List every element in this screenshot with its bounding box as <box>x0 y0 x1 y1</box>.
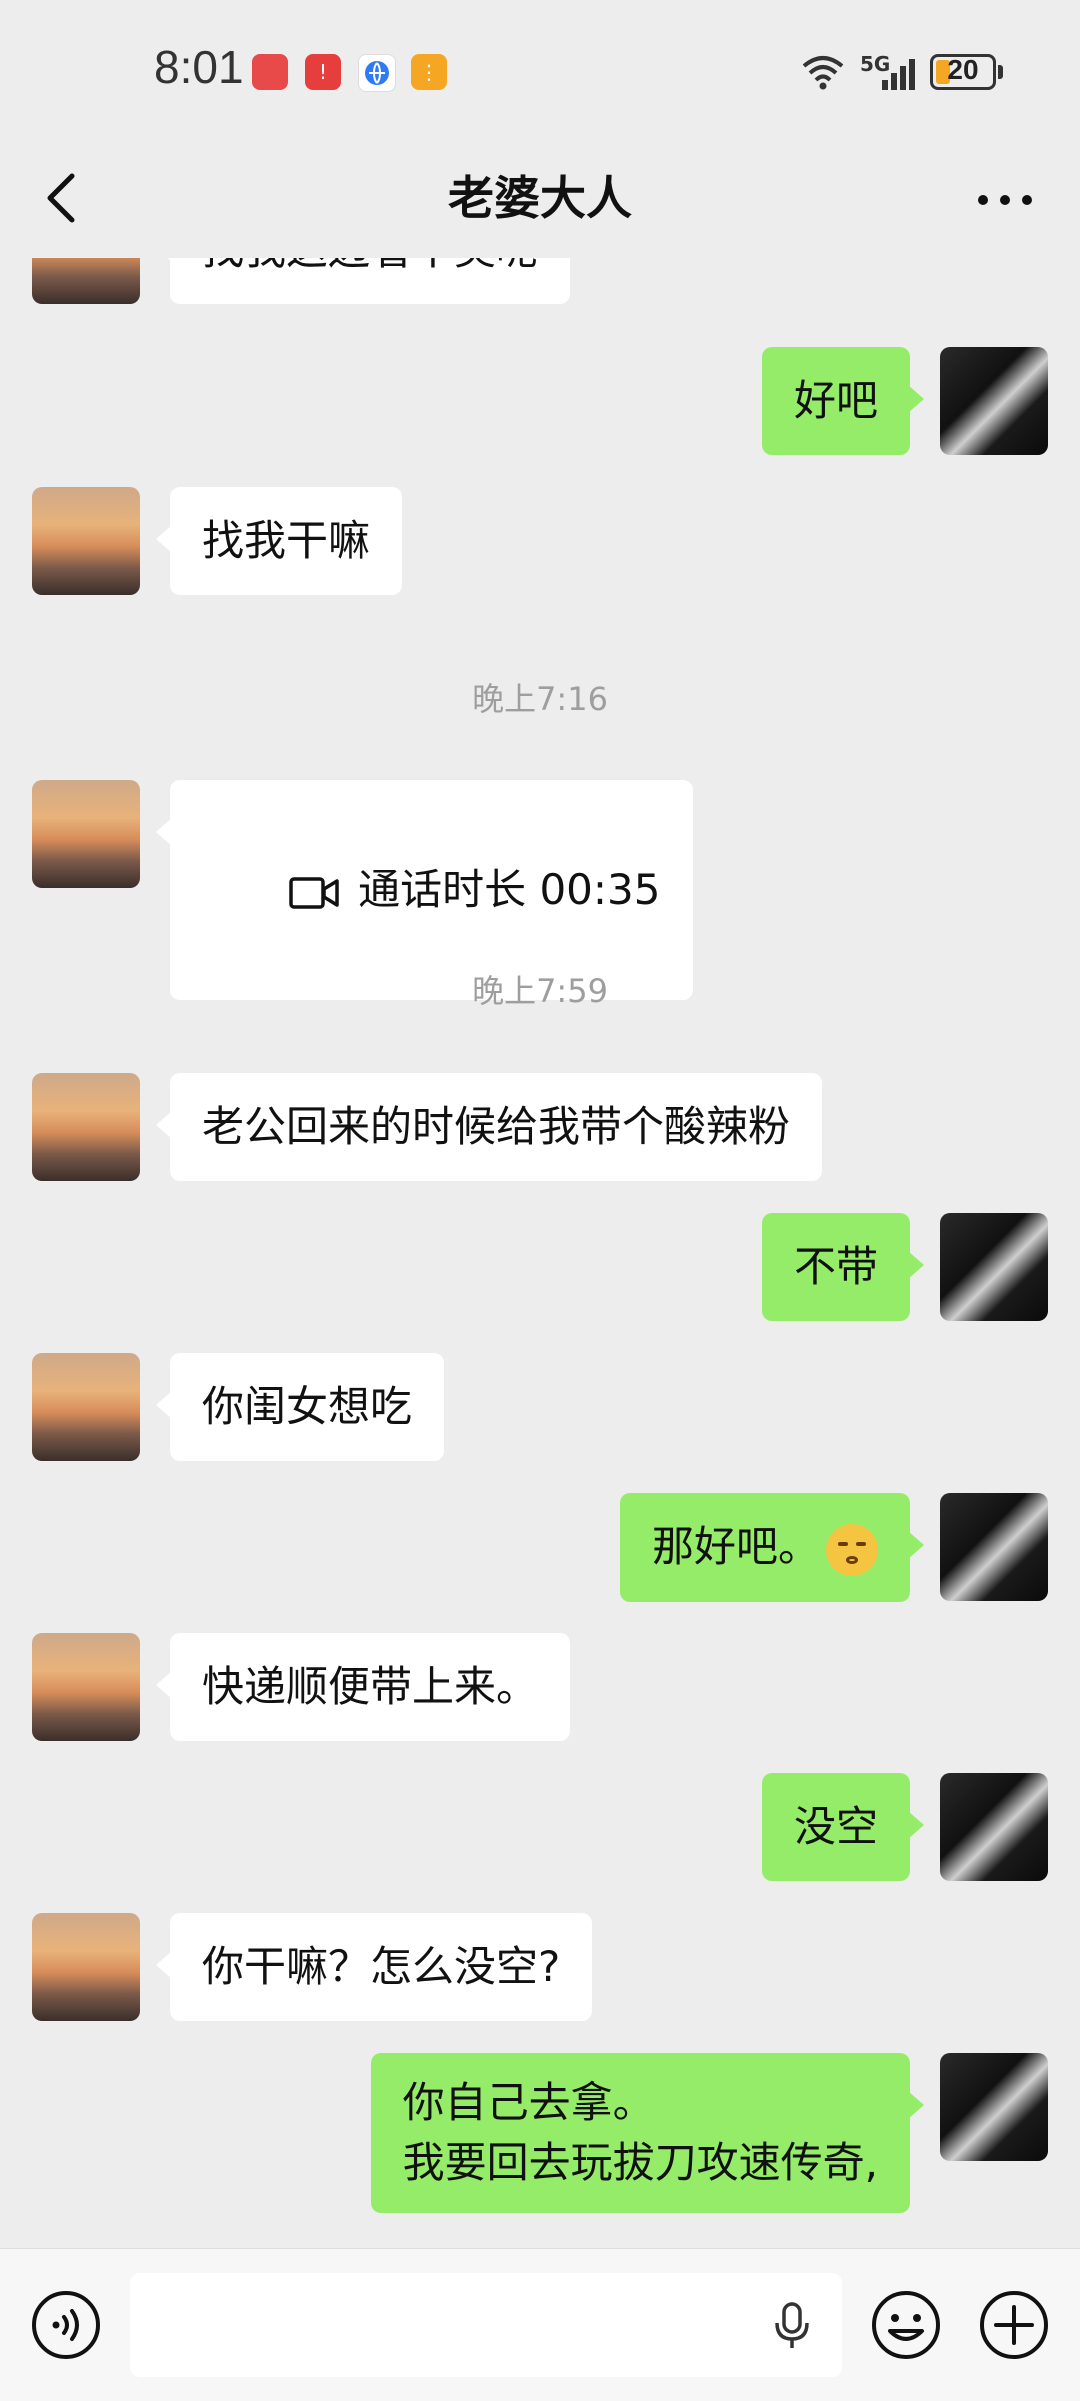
contact-avatar[interactable] <box>32 487 140 595</box>
contact-avatar[interactable] <box>32 1913 140 2021</box>
voice-input-icon[interactable] <box>30 2289 102 2361</box>
signal-icon <box>882 59 915 90</box>
my-avatar[interactable] <box>940 2053 1048 2161</box>
message-bubble[interactable]: 没空 <box>761 1773 925 1881</box>
chat-title: 老婆大人 <box>448 171 632 225</box>
contact-avatar[interactable] <box>32 1073 140 1181</box>
contact-avatar[interactable] <box>32 1353 140 1461</box>
my-avatar[interactable] <box>940 347 1048 455</box>
wifi-icon <box>802 56 844 90</box>
message-bubble[interactable]: 老公回来的时候给我带个酸辣粉 <box>155 1073 823 1181</box>
message-bubble[interactable]: 好吧 <box>761 347 925 455</box>
message-text: 那好吧。 <box>651 1522 820 1571</box>
my-avatar[interactable] <box>940 1213 1048 1321</box>
browser-icon <box>358 54 396 92</box>
call-duration: 通话时长 00:35 <box>358 865 661 914</box>
message-bubble[interactable]: 你闺女想吃 <box>155 1353 445 1461</box>
contact-avatar[interactable] <box>32 258 140 304</box>
contact-avatar[interactable] <box>32 780 140 888</box>
emoji-icon[interactable] <box>870 2289 942 2361</box>
notification-icon: ! <box>305 54 341 90</box>
message-list[interactable]: 找我这边看丨奖呢 好吧 找我干嘛 晚上7:16 通话时长 00:35 晚上7:5… <box>0 258 1080 2248</box>
message-bubble[interactable]: 找我这边看丨奖呢 <box>155 258 571 304</box>
battery-level: 20 <box>947 54 979 85</box>
battery-indicator: 20 <box>930 54 996 90</box>
status-bar: 8:01 ! ⋮ 5G 20 <box>0 0 1080 140</box>
message-input[interactable] <box>130 2273 842 2377</box>
message-bubble[interactable]: 快递顺便带上来。 <box>155 1633 571 1741</box>
sulking-emoji-icon <box>826 1523 878 1576</box>
status-time: 8:01 <box>154 41 244 93</box>
video-call-icon <box>289 876 339 909</box>
huawei-store-icon <box>252 54 288 90</box>
microphone-icon[interactable] <box>772 2301 812 2351</box>
message-bubble[interactable]: 你自己去拿。 我要回去玩拔刀攻速传奇, <box>370 2053 925 2213</box>
input-bar <box>0 2248 1080 2401</box>
message-timestamp: 晚上7:59 <box>472 972 608 1010</box>
message-bubble[interactable]: 那好吧。 <box>619 1493 925 1602</box>
message-bubble[interactable]: 你干嘛？怎么没空? <box>155 1913 593 2021</box>
my-avatar[interactable] <box>940 1773 1048 1881</box>
message-timestamp: 晚上7:16 <box>472 680 608 718</box>
message-bubble[interactable]: 找我干嘛 <box>155 487 403 595</box>
add-more-icon[interactable] <box>978 2289 1050 2361</box>
chat-header: 老婆大人 <box>0 140 1080 258</box>
more-options-icon[interactable] <box>975 190 1035 210</box>
app-notification-icon: ⋮ <box>411 54 447 90</box>
contact-avatar[interactable] <box>32 1633 140 1741</box>
message-bubble[interactable]: 不带 <box>761 1213 925 1321</box>
my-avatar[interactable] <box>940 1493 1048 1601</box>
